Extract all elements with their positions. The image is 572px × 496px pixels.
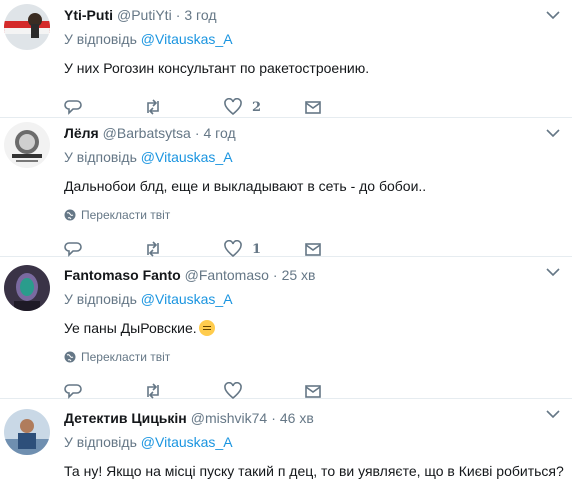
reply-button[interactable]: [64, 240, 144, 258]
heart-icon: [224, 98, 242, 116]
tweet-text: Дальнобои блд, еще и выкладывают в сеть …: [64, 178, 427, 194]
tweet-header: Детектив Цицькін @mishvik74 · 46 хв: [64, 410, 558, 430]
retweet-icon: [147, 241, 159, 257]
tweet-header: Yti-Puti @PutiYti · 3 год: [64, 7, 558, 27]
translate-label[interactable]: Перекласти твіт: [81, 350, 170, 364]
timestamp[interactable]: 46 хв: [280, 410, 314, 426]
reply-prefix: У відповідь: [64, 291, 137, 307]
like-count: 2: [252, 99, 262, 115]
globe-icon: [64, 209, 76, 221]
reply-to-link[interactable]: @Vitauskas_A: [141, 31, 233, 47]
separator-dot: ·: [175, 7, 181, 23]
user-handle[interactable]: @Fantomaso: [185, 267, 269, 283]
user-handle[interactable]: @mishvik74: [191, 410, 267, 426]
tweet[interactable]: Yti-Puti @PutiYti · 3 год У відповідь @V…: [0, 0, 572, 118]
dm-button[interactable]: [304, 98, 384, 116]
retweet-icon: [147, 99, 159, 115]
tweet[interactable]: Fantomaso Fanto @Fantomaso · 25 хв У від…: [0, 257, 572, 400]
retweet-button[interactable]: [144, 382, 224, 400]
avatar[interactable]: [4, 409, 50, 455]
reply-to-link[interactable]: @Vitauskas_A: [141, 434, 233, 450]
translate-link[interactable]: Перекласти твіт: [64, 349, 558, 365]
display-name[interactable]: Yti-Puti: [64, 7, 113, 23]
tweet-header: Лёля @Barbatsytsa · 4 год: [64, 125, 558, 145]
user-handle[interactable]: @PutiYti: [117, 7, 172, 23]
reply-to-link[interactable]: @Vitauskas_A: [141, 291, 233, 307]
translate-link[interactable]: Перекласти твіт: [64, 207, 558, 223]
envelope-icon: [305, 101, 321, 114]
expressionless-face-icon: [198, 320, 215, 336]
retweet-button[interactable]: [144, 98, 224, 116]
like-button[interactable]: 1: [224, 240, 304, 258]
tweet-header: Fantomaso Fanto @Fantomaso · 25 хв: [64, 267, 558, 287]
heart-icon: [224, 382, 242, 400]
chevron-down-icon[interactable]: [546, 409, 560, 419]
reply-button[interactable]: [64, 98, 144, 116]
separator-dot: ·: [194, 125, 200, 141]
timestamp[interactable]: 4 год: [203, 125, 235, 141]
reply-icon: [64, 242, 82, 257]
reply-context: У відповідь @Vitauskas_A: [64, 149, 558, 169]
reply-prefix: У відповідь: [64, 149, 137, 165]
separator-dot: ·: [271, 410, 276, 426]
reply-prefix: У відповідь: [64, 31, 137, 47]
display-name[interactable]: Лёля: [64, 125, 99, 141]
dm-button[interactable]: [304, 382, 384, 400]
reply-icon: [64, 100, 82, 115]
reply-context: У відповідь @Vitauskas_A: [64, 434, 558, 454]
avatar[interactable]: [4, 4, 50, 50]
separator-dot: ·: [272, 267, 278, 283]
reply-context: У відповідь @Vitauskas_A: [64, 291, 558, 311]
envelope-icon: [305, 243, 321, 256]
globe-icon: [64, 351, 76, 363]
tweet[interactable]: Детектив Цицькін @mishvik74 · 46 хв У ві…: [0, 399, 572, 496]
like-button[interactable]: 2: [224, 98, 304, 116]
avatar[interactable]: [4, 122, 50, 168]
tweet[interactable]: Лёля @Barbatsytsa · 4 год У відповідь @V…: [0, 118, 572, 258]
tweet-text: Уе паны ДыРовские.: [64, 320, 197, 336]
reply-icon: [64, 384, 82, 399]
user-handle[interactable]: @Barbatsytsa: [103, 125, 191, 141]
display-name[interactable]: Детектив Цицькін: [64, 410, 187, 426]
reply-button[interactable]: [64, 382, 144, 400]
like-button[interactable]: [224, 382, 304, 400]
chevron-down-icon[interactable]: [546, 128, 560, 138]
like-count: 1: [252, 241, 262, 257]
envelope-icon: [305, 385, 321, 398]
display-name[interactable]: Fantomaso Fanto: [64, 267, 181, 283]
translate-label[interactable]: Перекласти твіт: [81, 208, 170, 222]
chevron-down-icon[interactable]: [546, 267, 560, 277]
reply-prefix: У відповідь: [64, 434, 137, 450]
tweet-text: У них Рогозин консультант по ракетострое…: [64, 60, 370, 76]
retweet-icon: [147, 383, 159, 399]
retweet-button[interactable]: [144, 240, 224, 258]
tweet-text-line: Уе паны ДыРовские.: [64, 319, 558, 337]
reply-to-link[interactable]: @Vitauskas_A: [141, 149, 233, 165]
avatar[interactable]: [4, 265, 50, 311]
dm-button[interactable]: [304, 240, 384, 258]
timestamp[interactable]: 25 хв: [282, 267, 316, 283]
timestamp[interactable]: 3 год: [184, 7, 216, 23]
heart-icon: [224, 240, 242, 258]
tweet-text: Та ну! Якщо на місці пуску такий п дец, …: [64, 463, 564, 479]
chevron-down-icon[interactable]: [546, 10, 560, 20]
reply-context: У відповідь @Vitauskas_A: [64, 31, 558, 51]
